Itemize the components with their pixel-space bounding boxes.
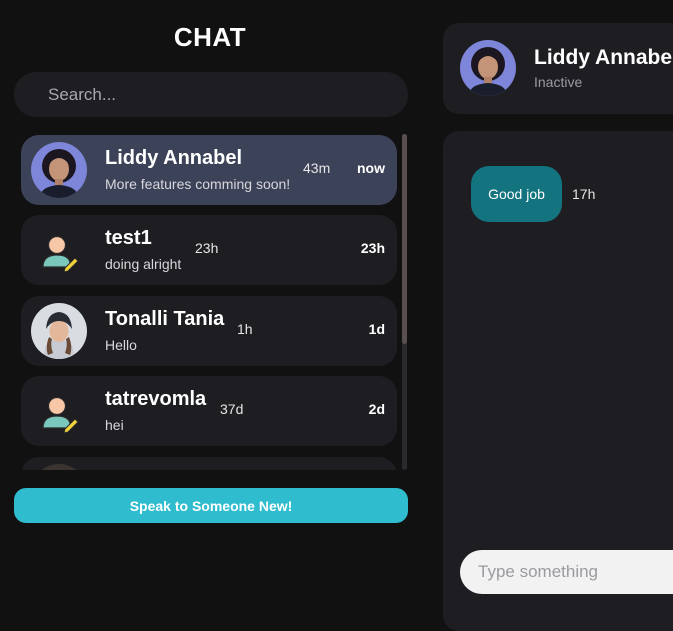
conversation-name: Liddy Annabel (105, 147, 243, 169)
conversation-name: test1 (105, 227, 152, 249)
contact-status: Inactive (534, 74, 583, 90)
chat-header: Liddy Annabel Inactive (443, 23, 673, 114)
conversation-item-tonalli-tania[interactable]: Tonalli Tania Hello 1h 1d (21, 296, 397, 366)
conversation-item-partial[interactable] (21, 457, 397, 470)
conversation-timestamp: 23h (360, 240, 385, 256)
conversation-timestamp: 2d (368, 401, 385, 417)
contact-name: Liddy Annabel (534, 46, 673, 69)
conversation-name: tatrevomla (105, 388, 207, 410)
conversation-list: Liddy Annabel More features comming soon… (20, 134, 398, 470)
conversation-elapsed: 23h (195, 240, 219, 256)
conversation-item-liddy-annabel[interactable]: Liddy Annabel More features comming soon… (21, 135, 397, 205)
message-input[interactable] (460, 550, 673, 594)
conversation-last-message: Hello (105, 337, 137, 353)
conversation-timestamp: now (357, 160, 385, 176)
sidebar-title: CHAT (173, 22, 247, 52)
conversation-elapsed: 37d (220, 401, 244, 417)
message-time: 17h (572, 186, 596, 202)
conversation-last-message: hei (105, 417, 124, 433)
avatar (460, 40, 516, 96)
conversation-elapsed: 1h (237, 321, 253, 337)
conversation-panel: Good job 17h (443, 131, 673, 631)
avatar (31, 303, 87, 359)
conversation-last-message: More features comming soon! (105, 176, 291, 192)
conversation-item-tatrevomla[interactable]: tatrevomla hei 37d 2d (21, 376, 397, 446)
conversation-list-scrollbar[interactable] (402, 134, 407, 470)
avatar-photo (31, 142, 87, 198)
conversation-item-test1[interactable]: test1 doing alright 23h 23h (21, 215, 397, 285)
message-bubble: Good job (471, 166, 562, 222)
conversation-last-message: doing alright (105, 256, 182, 272)
speak-to-someone-new-button[interactable]: Speak to Someone New! (14, 488, 408, 523)
conversation-elapsed: 43m (303, 160, 331, 176)
conversation-timestamp: 1d (368, 321, 385, 337)
search-input[interactable] (14, 72, 408, 117)
user-edit-icon (31, 383, 87, 439)
avatar (31, 142, 87, 198)
conversation-name: Tonalli Tania (105, 308, 225, 330)
avatar-photo (460, 40, 516, 96)
avatar (31, 464, 87, 470)
user-edit-icon (31, 222, 87, 278)
scrollbar-thumb[interactable] (402, 134, 407, 344)
avatar-photo (31, 303, 87, 359)
chat-sidebar: CHAT Liddy Annabel More features comming… (0, 0, 420, 611)
avatar-photo (31, 464, 87, 470)
